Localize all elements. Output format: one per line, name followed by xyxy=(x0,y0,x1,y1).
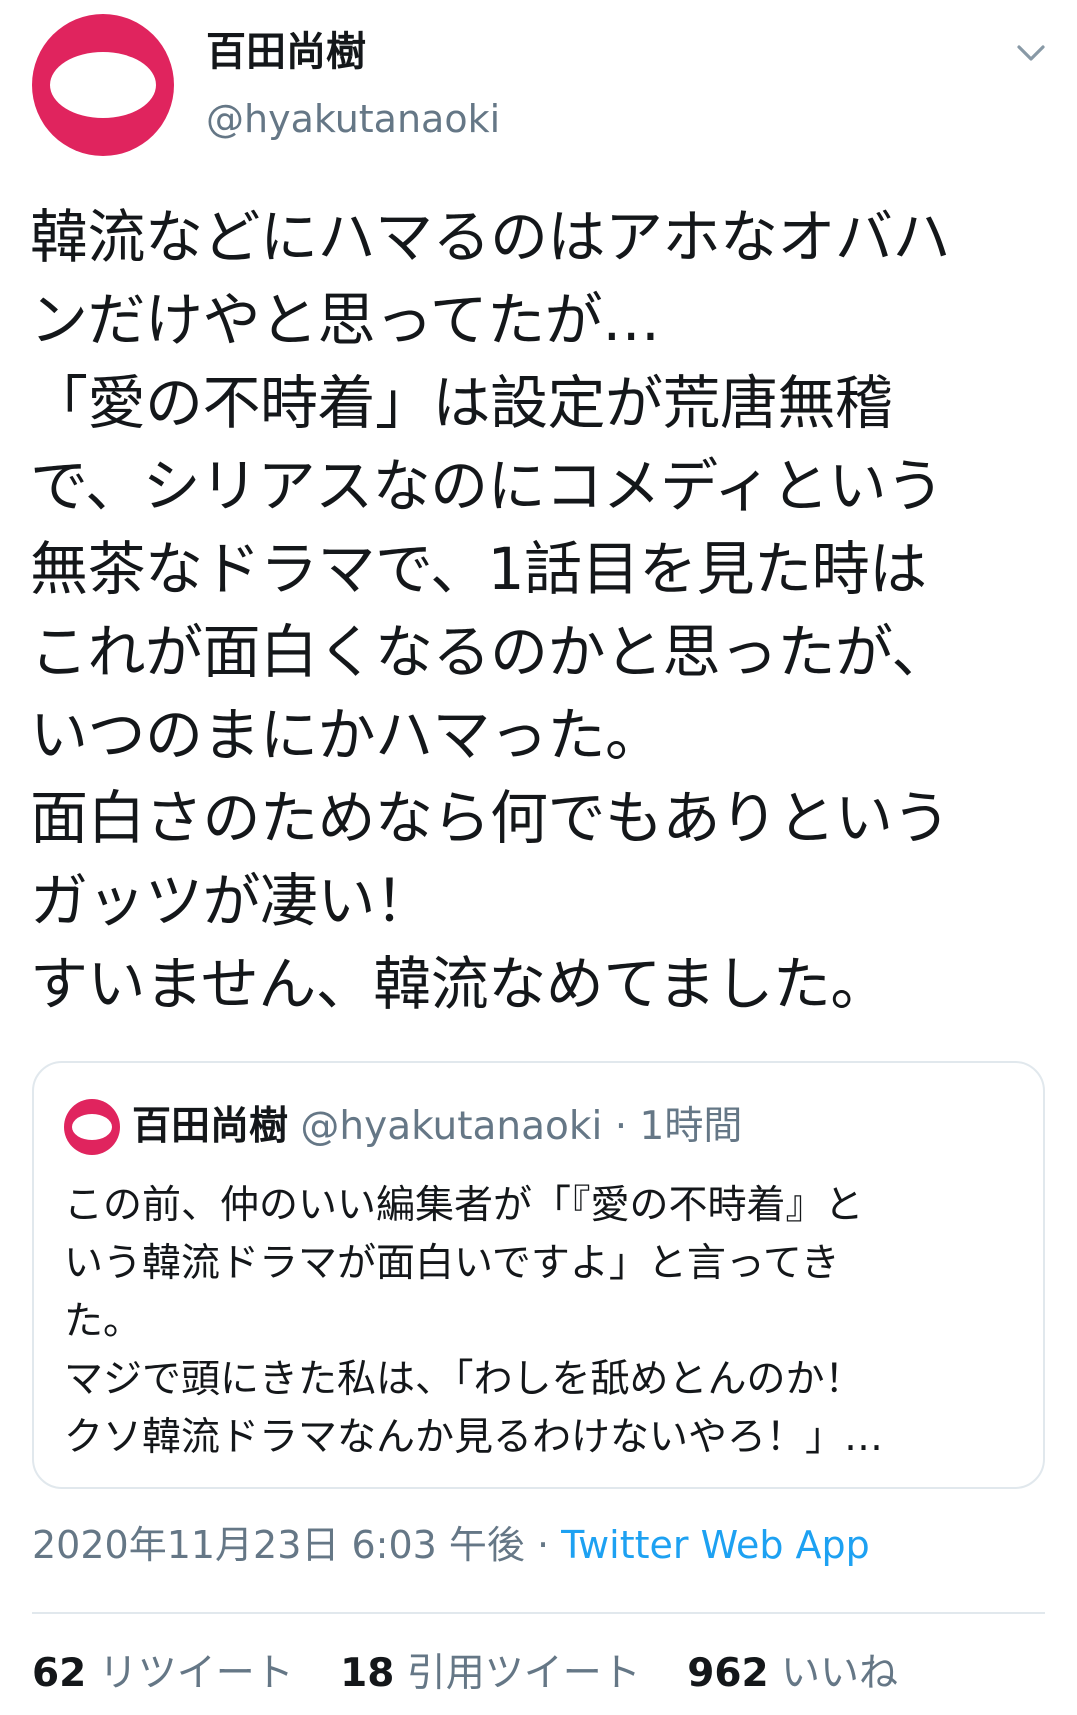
likes-stat[interactable]: 962 いいね xyxy=(687,1648,898,1700)
quoted-tweet-text-line: た。 xyxy=(64,1299,143,1344)
tweet-metadata: 2020年11月23日 6:03 午後 · Twitter Web App xyxy=(32,1520,870,1570)
quoted-author-avatar xyxy=(64,1099,120,1155)
tweet-source-link[interactable]: Twitter Web App xyxy=(561,1523,870,1567)
quoted-tweet-text-line: マジで頭にきた私は、「わしを舐めとんのか！ xyxy=(64,1357,864,1402)
tweet-text-line: で、シリアスなのにコメディという xyxy=(30,452,944,520)
quotes-count: 18 xyxy=(340,1651,395,1696)
likes-label: いいね xyxy=(781,1651,899,1696)
chevron-down-icon[interactable] xyxy=(1014,36,1048,70)
avatar-placeholder-shape xyxy=(50,52,156,118)
tweet-text-line: 「愛の不時着」は設定が荒唐無稽 xyxy=(30,369,893,437)
tweet-stats: 62 リツイート 18 引用ツイート 962 いいね xyxy=(32,1648,932,1700)
tweet-text-line: これが面白くなるのかと思ったが、 xyxy=(30,618,949,686)
separator-dot: · xyxy=(524,1523,562,1567)
quoted-author-display-name: 百田尚樹 xyxy=(132,1104,289,1149)
retweets-stat[interactable]: 62 リツイート xyxy=(32,1648,294,1700)
quotes-stat[interactable]: 18 引用ツイート xyxy=(340,1648,641,1700)
author-avatar[interactable] xyxy=(32,14,174,156)
tweet-text-line: いつのまにかハマった。 xyxy=(30,701,663,769)
tweet-text-line: ンだけやと思ってたが… xyxy=(30,286,660,354)
quoted-tweet-text-line: クソ韓流ドラマなんか見るわけないやろ！」… xyxy=(64,1415,884,1460)
quoted-tweet-time: 1時間 xyxy=(639,1104,743,1149)
tweet-text-line: 無茶なドラマで、1話目を見た時は xyxy=(30,535,927,603)
tweet-text-line: 韓流などにハマるのはアホなオバハ xyxy=(30,203,951,271)
quoted-author-handle: @hyakutanaoki xyxy=(300,1104,603,1149)
author-display-name[interactable]: 百田尚樹 xyxy=(206,28,366,76)
avatar-placeholder-shape xyxy=(72,1114,112,1140)
quoted-tweet-text-line: この前、仲のいい編集者が「『愛の不時着』と xyxy=(64,1183,864,1228)
likes-count: 962 xyxy=(687,1651,769,1696)
tweet-text-line: ガッツが凄い！ xyxy=(30,867,433,935)
divider xyxy=(32,1612,1045,1614)
retweets-count: 62 xyxy=(32,1651,87,1696)
tweet-timestamp[interactable]: 2020年11月23日 6:03 午後 xyxy=(32,1523,525,1567)
tweet-body: 韓流などにハマるのはアホなオバハ ンだけやと思ってたが… 「愛の不時着」は設定が… xyxy=(30,196,1060,1026)
retweets-label: リツイート xyxy=(98,1651,294,1696)
quotes-label: 引用ツイート xyxy=(406,1651,641,1696)
quoted-tweet-body: この前、仲のいい編集者が「『愛の不時着』と いう韓流ドラマが面白いですよ」と言っ… xyxy=(64,1177,1024,1467)
quoted-tweet-text-line: いう韓流ドラマが面白いですよ」と言ってき xyxy=(64,1241,840,1286)
tweet-text-line: 面白さのためなら何でもありという xyxy=(30,784,951,852)
quoted-tweet-header: 百田尚樹 @hyakutanaoki · 1時間 xyxy=(132,1101,742,1153)
separator-dot: · xyxy=(602,1104,640,1149)
author-handle[interactable]: @hyakutanaoki xyxy=(206,96,500,142)
tweet-text-line: すいません、韓流なめてました。 xyxy=(30,950,888,1018)
quoted-tweet-card[interactable]: 百田尚樹 @hyakutanaoki · 1時間 この前、仲のいい編集者が「『愛… xyxy=(32,1061,1045,1489)
